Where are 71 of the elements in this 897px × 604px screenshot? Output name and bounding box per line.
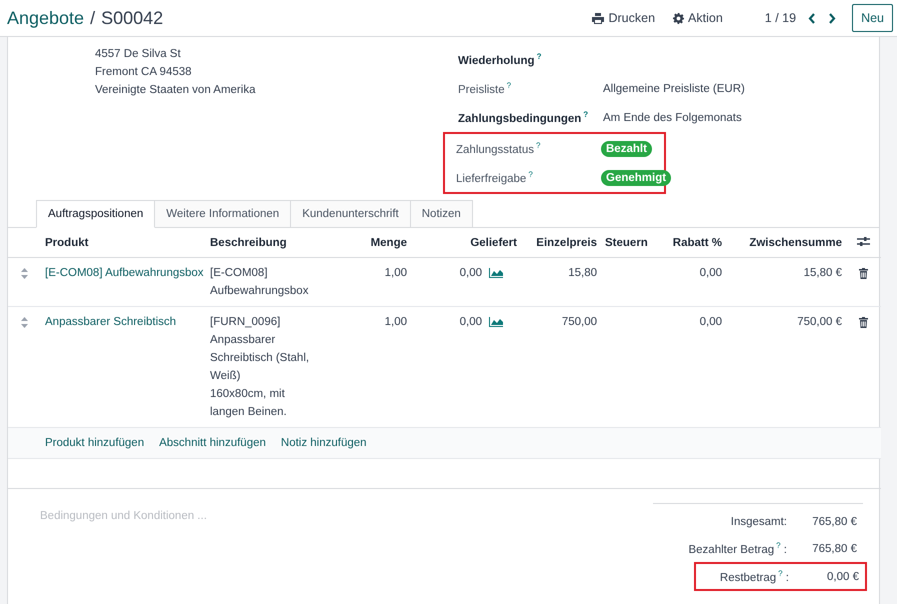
table-cell: 750,00 €: [797, 316, 842, 328]
table-cell: 750,00: [562, 316, 597, 328]
trash-icon[interactable]: [859, 317, 868, 328]
area-chart-icon[interactable]: [489, 268, 503, 278]
tab[interactable]: Notizen: [410, 200, 473, 228]
table-cell-text: 0,00: [460, 315, 482, 330]
description-line: 160x80cm, mit: [210, 387, 286, 402]
field-label: Zahlungsbedingungen $^{?}$: [458, 110, 590, 125]
total-value: 0,00 €: [826, 570, 859, 582]
total-label: Bezahlter Betrag $^{?}$ :: [688, 541, 787, 556]
tab[interactable]: Weitere Informationen: [155, 200, 292, 228]
status-badge: Bezahlt: [601, 140, 652, 156]
add-line-link[interactable]: Abschnitt hinzufügen: [159, 434, 266, 452]
column-header: Geliefert: [470, 236, 517, 248]
gear-icon: [673, 12, 684, 24]
description-line: [E-COM08]: [210, 266, 269, 281]
next-icon[interactable]: [828, 12, 836, 24]
field-value: Am Ende des Folgemonats: [603, 112, 742, 124]
previous-icon[interactable]: [808, 12, 816, 24]
table-cell: 0,00: [700, 267, 722, 279]
table-cell: 15,80: [568, 267, 597, 279]
column-header: Beschreibung: [210, 236, 287, 248]
address-line: 4557 De Silva St: [95, 47, 182, 62]
sliders-icon[interactable]: [857, 236, 870, 246]
status-badge: Genehmigt: [601, 170, 672, 186]
column-header: Steuern: [605, 236, 648, 248]
description-line: Aufbewahrungsbox: [210, 284, 310, 299]
description-line: langen Beinen.: [210, 405, 288, 420]
table-cell: 1,00: [384, 267, 407, 279]
table-cell-text: 0,00: [460, 266, 482, 281]
breadcrumb-link[interactable]: Angebote: [7, 8, 84, 28]
trash-icon[interactable]: [859, 268, 868, 279]
column-header: Einzelpreis: [536, 236, 597, 248]
table-cell: 1,00: [384, 316, 407, 328]
total-label: Restbetrag $^{?}$ :: [720, 569, 789, 584]
printer-icon: [592, 12, 604, 24]
action-button[interactable]: Aktion: [667, 7, 729, 29]
column-header: Menge: [370, 236, 407, 248]
new-button[interactable]: Neu: [852, 4, 893, 32]
drag-handle-icon[interactable]: [21, 268, 28, 279]
field-label: Wiederholung $^{?}$: [458, 52, 542, 67]
total-label: Insgesamt:: [730, 516, 787, 528]
field-label: Preisliste $^{?}$: [458, 81, 512, 96]
table-cell: 15,80 €: [804, 267, 842, 279]
description-line: Weiß): [210, 369, 242, 384]
add-line-link[interactable]: Notiz hinzufügen: [280, 434, 367, 452]
total-value: 765,80 €: [811, 542, 857, 554]
field-label: Zahlungsstatus $^{?}$: [456, 141, 542, 156]
column-header: Rabatt %: [672, 236, 722, 248]
area-chart-icon[interactable]: [489, 317, 503, 327]
product-link[interactable]: [E-COM08] Aufbewahrungsbox: [45, 267, 204, 279]
add-line-link[interactable]: Produkt hinzufügen: [45, 434, 144, 452]
record-title: S00042: [101, 8, 164, 28]
product-link[interactable]: Anpassbarer Schreibtisch: [45, 316, 176, 328]
field-value: Allgemeine Preisliste (EUR): [603, 82, 745, 94]
description-line: [FURN_0096]: [210, 315, 282, 330]
description-line: Schreibtisch (Stahl,: [210, 351, 310, 366]
breadcrumb-separator: /: [90, 8, 96, 28]
action-button[interactable]: Drucken: [586, 7, 662, 29]
table-cell: 0,00: [700, 316, 722, 328]
drag-handle-icon[interactable]: [21, 317, 28, 328]
field-label: Lieferfreigabe $^{?}$: [456, 170, 534, 185]
address-line: Fremont CA 94538: [95, 65, 193, 80]
address-line: Vereinigte Staaten von Amerika: [95, 83, 256, 98]
tab[interactable]: Auftragspositionen: [36, 200, 156, 228]
pager-value: 1 / 19: [764, 11, 796, 25]
description-line: Anpassbarer: [210, 333, 276, 348]
tab[interactable]: Kundenunterschrift: [291, 200, 411, 228]
column-header: Produkt: [45, 236, 88, 248]
total-value: 765,80 €: [811, 516, 857, 528]
column-header: Zwischensumme: [749, 236, 842, 248]
